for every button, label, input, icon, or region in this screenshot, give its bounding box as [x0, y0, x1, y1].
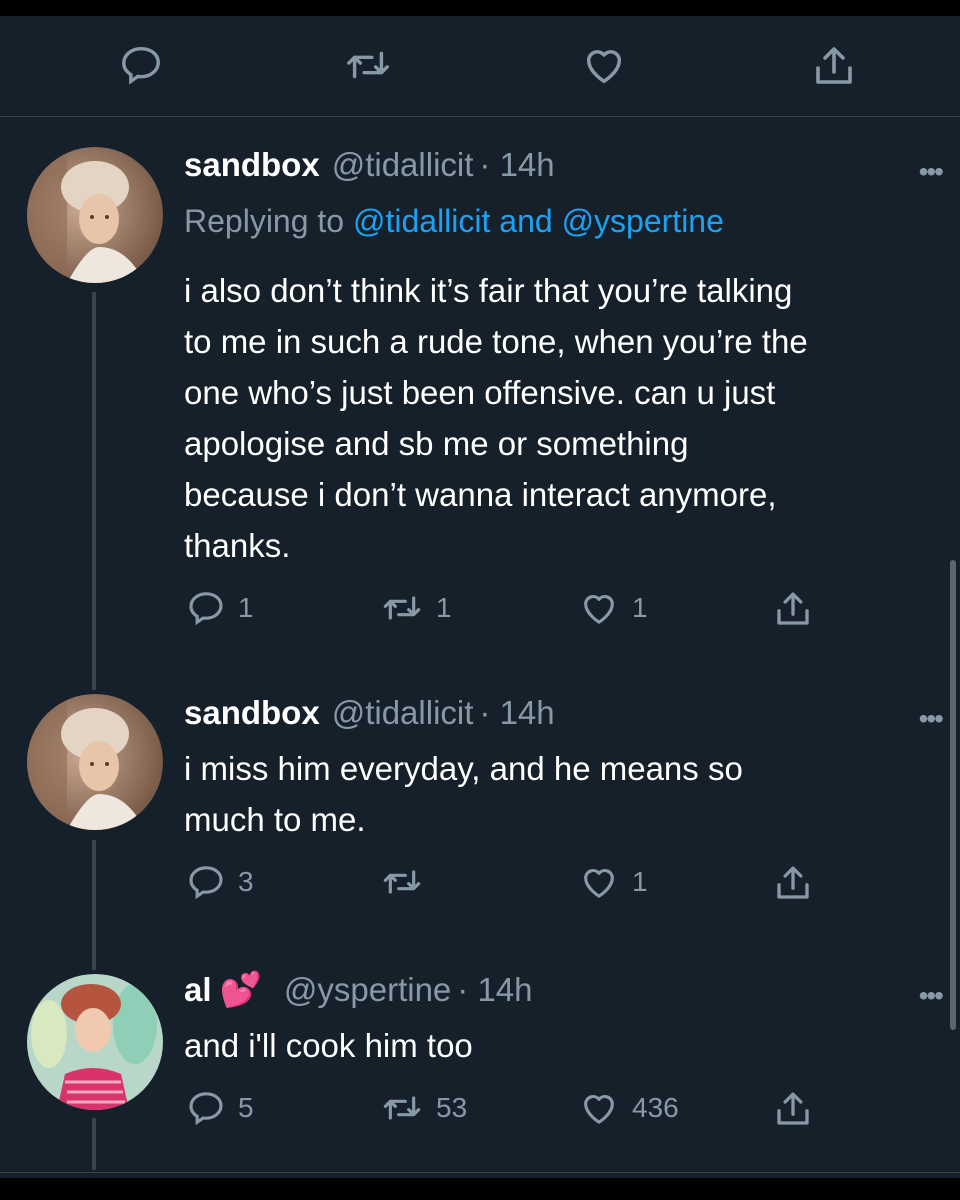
retweet-icon: [380, 588, 424, 628]
like-icon: [578, 862, 620, 902]
reply-icon: [186, 588, 226, 628]
retweet-count: 53: [436, 1092, 468, 1123]
avatar[interactable]: [27, 147, 163, 283]
reply-count: 5: [238, 1092, 254, 1123]
reply-count: 3: [238, 866, 254, 897]
retweet-icon: [344, 42, 392, 88]
like-button[interactable]: 1: [578, 862, 648, 902]
share-icon: [810, 42, 858, 90]
user-handle[interactable]: @yspertine: [284, 971, 451, 1009]
reply-button[interactable]: [118, 42, 164, 88]
reply-button[interactable]: 3: [186, 862, 254, 902]
reply-button[interactable]: 5: [186, 1088, 254, 1128]
like-count: 1: [632, 592, 648, 623]
share-button[interactable]: [772, 1088, 814, 1130]
retweet-button[interactable]: 53: [380, 1088, 467, 1128]
tweet-text-line: apologise and sb me or something: [184, 425, 689, 462]
display-name[interactable]: sandbox: [184, 694, 320, 732]
replying-to: Replying to @tidallicit and @yspertine: [184, 203, 724, 240]
user-handle[interactable]: @tidallicit: [332, 694, 474, 732]
share-button[interactable]: [810, 42, 858, 90]
more-options-icon[interactable]: •••: [919, 703, 944, 735]
top-black-bar: [0, 0, 960, 16]
display-name[interactable]: al: [184, 971, 212, 1009]
tweet-text: i also don’t think it’s fair that you’re…: [184, 265, 954, 571]
like-icon: [578, 1088, 620, 1128]
like-count: 1: [632, 866, 648, 897]
bottom-black-bar: [0, 1178, 960, 1200]
display-name[interactable]: sandbox: [184, 146, 320, 184]
tweet-header: sandbox @tidallicit · 14h: [184, 146, 555, 184]
tweet-text-line: i also don’t think it’s fair that you’re…: [184, 272, 793, 309]
timestamp[interactable]: · 14h: [479, 694, 554, 732]
like-icon: [578, 588, 620, 628]
tweet-text-line: thanks.: [184, 527, 291, 564]
heart-emoji: 💕: [219, 971, 262, 1009]
tweet-header: al 💕 @yspertine · 14h: [184, 970, 533, 1010]
share-icon: [772, 862, 814, 904]
divider: [0, 116, 960, 117]
replying-mentions[interactable]: @tidallicit and @yspertine: [353, 203, 724, 239]
share-icon: [772, 588, 814, 630]
tweet-text: i miss him everyday, and he means so muc…: [184, 743, 954, 845]
tweet-text: and i'll cook him too: [184, 1020, 954, 1071]
tweet-action-row: 1 1 1: [0, 588, 960, 638]
share-button[interactable]: [772, 862, 814, 904]
like-count: 436: [632, 1092, 679, 1123]
scrollbar[interactable]: [950, 560, 956, 1030]
reply-icon: [186, 862, 226, 902]
replying-prefix: Replying to: [184, 203, 353, 239]
tweet-text-line: and i'll cook him too: [184, 1027, 473, 1064]
timestamp[interactable]: · 14h: [479, 146, 554, 184]
reply-icon: [186, 1088, 226, 1128]
like-button[interactable]: 1: [578, 588, 648, 628]
tweet-text-line: much to me.: [184, 801, 366, 838]
user-handle[interactable]: @tidallicit: [332, 146, 474, 184]
reply-button[interactable]: 1: [186, 588, 254, 628]
tweet-text-line: one who’s just been offensive. can u jus…: [184, 374, 776, 411]
retweet-button[interactable]: 1: [380, 588, 452, 628]
avatar[interactable]: [27, 694, 163, 830]
more-options-icon[interactable]: •••: [919, 980, 944, 1012]
tweet-text-line: because i don’t wanna interact anymore,: [184, 476, 777, 513]
like-button[interactable]: [580, 42, 628, 88]
timestamp[interactable]: · 14h: [457, 971, 532, 1009]
divider: [0, 1172, 960, 1173]
tweet-action-row: 5 53 436: [0, 1088, 960, 1138]
tweet-header: sandbox @tidallicit · 14h: [184, 694, 555, 732]
tweet-action-row: 3 1: [0, 862, 960, 912]
tweet-text-line: i miss him everyday, and he means so: [184, 750, 743, 787]
reply-count: 1: [238, 592, 254, 623]
top-action-row: [0, 42, 960, 92]
retweet-button[interactable]: [344, 42, 392, 88]
tweet-text-line: to me in such a rude tone, when you’re t…: [184, 323, 808, 360]
share-icon: [772, 1088, 814, 1130]
like-icon: [580, 42, 628, 88]
retweet-icon: [380, 862, 424, 902]
share-button[interactable]: [772, 588, 814, 630]
like-button[interactable]: 436: [578, 1088, 679, 1128]
retweet-icon: [380, 1088, 424, 1128]
more-options-icon[interactable]: •••: [919, 156, 944, 188]
retweet-button[interactable]: [380, 862, 436, 902]
retweet-count: 1: [436, 592, 452, 623]
reply-icon: [118, 42, 164, 88]
